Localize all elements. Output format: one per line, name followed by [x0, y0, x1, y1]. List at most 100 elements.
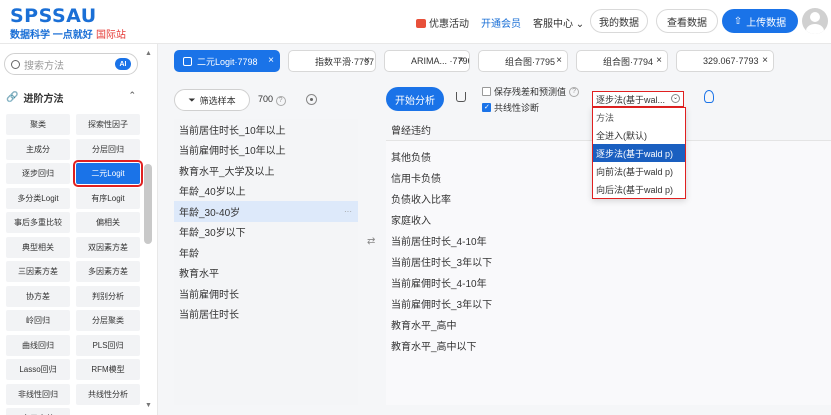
list-item[interactable]: 信用卡负债 [386, 167, 586, 188]
method-item[interactable]: RFM模型 [76, 359, 140, 380]
method-item[interactable]: 曲线回归 [6, 334, 70, 356]
target-icon[interactable] [306, 94, 317, 105]
list-item[interactable]: 家庭收入 [386, 209, 586, 230]
list-item[interactable]: 当前居住时长_3年以下 [386, 251, 586, 272]
service-menu[interactable]: 客服中心 ⌄ [533, 15, 584, 30]
method-item[interactable]: 非线性回归 [6, 383, 70, 405]
method-item[interactable]: 三因素方差 [6, 261, 70, 282]
close-icon[interactable]: × [656, 55, 662, 66]
method-item[interactable]: 主成分 [6, 138, 70, 160]
tab-2[interactable]: ARIMA... ·7796 × [384, 50, 470, 72]
filter-sample-button[interactable]: ⏷ 筛选样本 [174, 89, 250, 111]
dropdown-option[interactable]: 向后法(基于wald p) [593, 180, 685, 198]
list-item[interactable]: 年龄_30-40岁 ··· [174, 201, 358, 222]
vip-link[interactable]: 开通会员 [481, 15, 521, 30]
scroll-down-arrow[interactable]: ▼ [145, 402, 152, 409]
method-item[interactable]: 多分类Logit [6, 187, 70, 209]
list-item[interactable]: 负债收入比率 [386, 188, 586, 209]
promo-link[interactable]: 优惠活动 [416, 15, 469, 30]
list-item[interactable]: 当前雇佣时长_3年以下 [386, 293, 586, 314]
tab-label: 组合图·7795 [505, 56, 556, 67]
method-item[interactable]: 多因素方差 [76, 261, 140, 282]
lightbulb-icon[interactable] [704, 90, 714, 103]
list-item[interactable]: 当前雇佣时长 [174, 283, 358, 304]
method-select[interactable]: 逐步法(基于wal... ⌄ [592, 91, 684, 107]
tab-3[interactable]: 组合图·7795 × [478, 50, 568, 72]
method-item[interactable]: 双因素方差 [76, 236, 140, 258]
list-item[interactable]: 当前居住时长_4-10年 [386, 230, 586, 251]
tab-1[interactable]: 指数平滑·7797 × [288, 50, 376, 72]
scroll-up-arrow[interactable]: ▲ [145, 50, 152, 57]
method-item[interactable]: 二元Logit [73, 160, 143, 187]
swap-icon[interactable]: ⇄ [367, 236, 379, 248]
flask-icon[interactable] [456, 92, 466, 102]
variable-label: 教育水平_大学及以上 [179, 166, 275, 178]
collinearity-checkbox[interactable] [482, 103, 491, 112]
my-data-button[interactable]: 我的数据 [590, 9, 648, 33]
chevron-up-icon[interactable]: ⌃ [128, 90, 136, 101]
method-item[interactable]: 分层回归 [76, 138, 140, 160]
method-item[interactable]: 事后多重比较 [6, 212, 70, 233]
method-item[interactable]: 有序Logit [76, 187, 140, 209]
list-item[interactable]: 其他负债 [386, 146, 586, 167]
dropdown-option[interactable]: 全进入(默认) [593, 126, 685, 144]
start-analysis-button[interactable]: 开始分析 [386, 87, 444, 111]
method-item[interactable]: 聚类 [6, 114, 70, 135]
method-item[interactable]: 共线性分析 [76, 383, 140, 405]
method-item[interactable]: 判别分析 [76, 285, 140, 307]
help-icon[interactable]: ? [569, 86, 580, 97]
help-icon[interactable]: ? [275, 96, 286, 106]
method-item[interactable]: 逐步回归 [6, 163, 70, 184]
list-item[interactable]: 年龄_40岁以上 [174, 181, 358, 202]
variable-label: 年龄_30-40岁 [179, 207, 241, 219]
sidebar: 搜索方法 AI 🔗 进阶方法 ⌃ 聚类 探索性因子 主成分 分层回归 逐步回归 二元Log… [0, 44, 158, 415]
list-item[interactable]: 教育水平_高中以下 [386, 335, 586, 356]
method-item[interactable]: Lasso回归 [6, 359, 70, 380]
list-item[interactable]: 教育水平 [174, 263, 358, 284]
method-item[interactable]: 协方差 [6, 285, 70, 307]
list-item[interactable]: 当前雇佣时长_10年以上 [174, 140, 358, 161]
tab-5[interactable]: 329.067·7793 × [676, 50, 774, 72]
dropdown-option[interactable]: 逐步法(基于wald p) [593, 144, 685, 162]
save-residuals-checkbox[interactable] [482, 87, 491, 96]
list-item[interactable]: 当前雇佣时长_4-10年 [386, 272, 586, 293]
search-input[interactable]: 搜索方法 AI [4, 53, 138, 75]
list-item[interactable]: 年龄_30岁以下 [174, 222, 358, 243]
sidebar-scrollbar[interactable] [144, 164, 152, 244]
avatar[interactable] [802, 8, 828, 34]
upload-data-button[interactable]: ⇧ 上传数据 [722, 9, 798, 33]
tab-4[interactable]: 组合图·7794 × [576, 50, 668, 72]
slogan: 数据科学 一点就好 [10, 30, 93, 41]
close-icon[interactable]: × [268, 55, 274, 66]
intl-site-link[interactable]: 国际站 [96, 26, 126, 41]
list-item[interactable]: 年龄 [174, 242, 358, 263]
logo[interactable]: SPSSAU [10, 5, 97, 27]
dropdown-option[interactable]: 向前法(基于wald p) [593, 162, 685, 180]
save-residuals-option[interactable]: 保存残差和预测值? [482, 85, 580, 98]
dropdown-header: 方法 [596, 112, 615, 123]
view-data-button[interactable]: 查看数据 [656, 9, 718, 33]
gift-icon [416, 19, 426, 28]
section-advanced-methods[interactable]: 🔗 进阶方法 ⌃ [6, 89, 138, 105]
close-icon[interactable]: × [556, 55, 562, 66]
method-item[interactable]: 岭回归 [6, 310, 70, 331]
list-item[interactable]: 教育水平_大学及以上 [174, 160, 358, 181]
list-item[interactable]: 当前居住时长_10年以上 [174, 119, 358, 140]
method-item[interactable]: 多元方差 [6, 408, 70, 415]
tab-0[interactable]: 二元Logit·7798 × [174, 50, 280, 72]
close-icon[interactable]: × [458, 55, 464, 66]
method-item[interactable]: 典型相关 [6, 236, 70, 258]
method-item[interactable]: PLS回归 [76, 334, 140, 356]
method-item[interactable]: 分层聚类 [76, 310, 140, 331]
ai-badge[interactable]: AI [115, 58, 131, 70]
method-item[interactable]: 探索性因子 [76, 114, 140, 135]
more-icon[interactable]: ··· [344, 207, 352, 216]
collinearity-option[interactable]: 共线性诊断 [482, 101, 539, 114]
close-icon[interactable]: × [364, 55, 370, 66]
chevron-down-icon: ⌄ [671, 94, 680, 103]
list-item[interactable]: 当前居住时长 [174, 304, 358, 325]
method-item[interactable]: 偏相关 [76, 212, 140, 233]
close-icon[interactable]: × [762, 55, 768, 66]
variable-label: 年龄 [179, 248, 199, 260]
list-item[interactable]: 教育水平_高中 [386, 314, 586, 335]
